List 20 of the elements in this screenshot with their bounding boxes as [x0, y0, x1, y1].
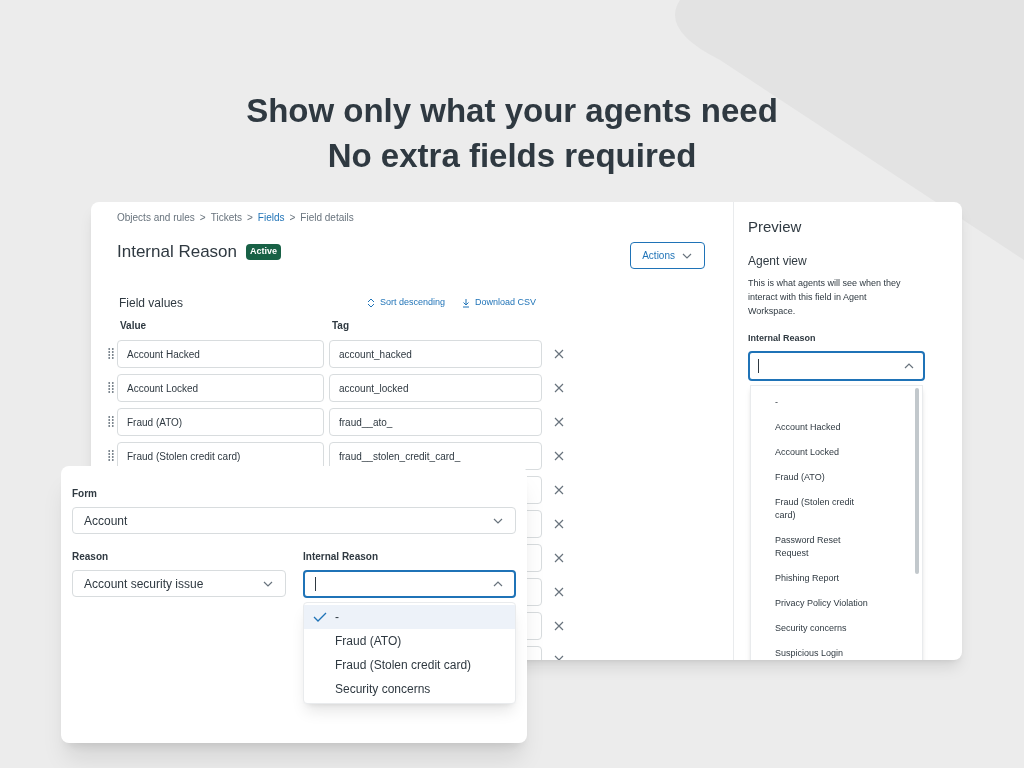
column-header: Tag [332, 319, 350, 333]
status-badge: Active [246, 244, 282, 260]
breadcrumb-separator: > [247, 211, 253, 225]
preview-description: This is what agents will see when they interact with this field in Agent Workspace. [748, 276, 902, 318]
reason-label: Reason [72, 550, 110, 564]
headline: Show only what your agents need [246, 91, 778, 131]
breadcrumb-separator: > [199, 211, 206, 225]
headline: No extra fields required [327, 136, 697, 176]
breadcrumb: Tickets [210, 211, 242, 225]
form-label: Form [72, 487, 98, 501]
page-title: Internal Reason [117, 241, 238, 263]
internal-reason-label: Internal Reason [303, 550, 380, 564]
column-header: Value [120, 319, 148, 333]
breadcrumb: Field details [300, 211, 354, 225]
section-title: Field values [119, 295, 185, 312]
field-label: Internal Reason [748, 331, 817, 345]
preview-subtitle: Agent view [748, 252, 808, 270]
preview-title: Preview [748, 217, 803, 237]
breadcrumb-separator: > [289, 211, 296, 225]
breadcrumb: Objects and rules [117, 211, 195, 225]
